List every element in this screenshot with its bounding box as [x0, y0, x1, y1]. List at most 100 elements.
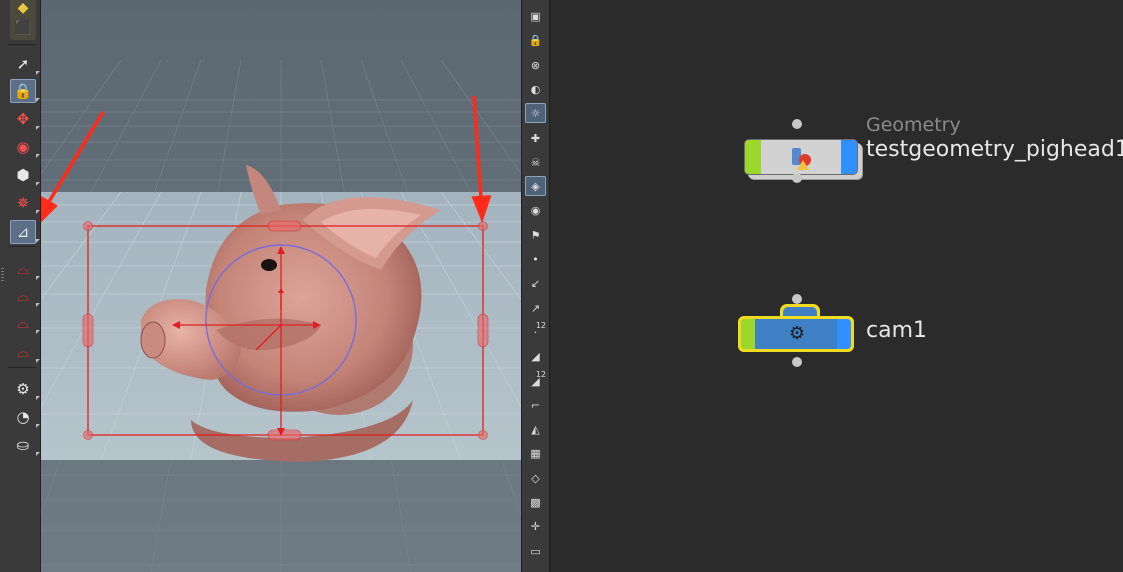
magnet-icon-glyph: ⌓	[17, 343, 29, 361]
checker-icon-glyph: ▦	[530, 446, 541, 460]
node-type-label: Geometry	[866, 114, 961, 136]
lock-icon-glyph: 🔒	[13, 82, 33, 100]
scale-icon[interactable]: ⬢	[10, 163, 40, 187]
display-options-icon[interactable]: ▣	[525, 6, 546, 26]
handle-icon[interactable]: ⊿	[10, 220, 40, 244]
display-flag[interactable]	[841, 140, 857, 174]
camera-icon-glyph: ⚑	[530, 228, 541, 242]
transform-icon-glyph: ✥	[16, 110, 30, 128]
geometry-node-body[interactable]	[744, 139, 858, 175]
shelf-tool-box-icon[interactable]: ⬛	[10, 16, 36, 40]
bbox-edge-handle	[82, 313, 94, 348]
point-number-icon-number: 12	[535, 321, 546, 330]
rotate-icon-glyph: ◉	[16, 138, 30, 156]
skull-icon-glyph: ☠	[530, 155, 541, 169]
node-name-label[interactable]: cam1	[866, 318, 927, 343]
shaded-icon-glyph: ◭	[531, 422, 540, 436]
uv-icon[interactable]: ▩	[525, 492, 546, 512]
toolbar-divider	[8, 367, 36, 368]
more-icon[interactable]: ▭	[525, 541, 546, 561]
lock-camera-icon-glyph: 🔒	[528, 33, 543, 47]
view-tool-icon[interactable]: ◔	[10, 405, 40, 429]
left-toolbar: ◆ ⬛ ➚ 🔒 ✥ ◉ ⬢ ✵ ⊿ ⌓ ⌓ ⌓ ⌓ ⚙ ◔ ⛀	[0, 0, 41, 572]
toolbar-grip[interactable]	[1, 268, 4, 282]
magnet-curve-icon[interactable]: ⌓	[10, 284, 40, 308]
display-flag[interactable]	[837, 319, 851, 349]
camera-tool-icon-glyph: ⚙	[16, 380, 30, 398]
point-icon-glyph: •	[532, 252, 539, 266]
axis-icon[interactable]: ✛	[525, 516, 546, 536]
disk-icon-glyph: ⛀	[16, 436, 30, 454]
select-icon[interactable]: ➚	[10, 52, 40, 76]
shaded-icon[interactable]: ◭	[525, 419, 546, 439]
bbox-corner-handle	[478, 430, 488, 440]
point-icon[interactable]: •	[525, 249, 546, 269]
node-output-connector[interactable]	[792, 173, 802, 183]
magnet-point-icon-glyph: ⌓	[17, 314, 29, 332]
camera-icon[interactable]: ⚑	[525, 225, 546, 245]
node-input-connector[interactable]	[792, 119, 802, 129]
more-icon-glyph: ▭	[530, 544, 541, 558]
point-number-icon[interactable]: · 12	[525, 321, 546, 342]
scene-viewport[interactable]	[41, 0, 521, 572]
profile-icon-glyph: ⌐	[530, 398, 541, 412]
checker-icon[interactable]: ▦	[525, 443, 546, 463]
node-name-label[interactable]: testgeometry_pighead1	[866, 137, 1123, 162]
node-output-connector[interactable]	[792, 357, 802, 367]
light-icon-glyph: ◐	[530, 82, 541, 96]
camera-tool-icon[interactable]: ⚙	[10, 377, 40, 401]
geometry-node-icon	[789, 144, 819, 170]
select-icon-glyph: ➚	[16, 55, 30, 73]
bypass-flag[interactable]	[741, 319, 755, 349]
normal-icon-glyph: ↙	[530, 276, 541, 290]
ghost-icon[interactable]: ◈	[525, 176, 546, 196]
cancel-icon[interactable]: ⊗	[525, 55, 546, 75]
wire-icon-glyph: ◇	[531, 471, 540, 485]
bbox-edge-handle	[477, 313, 489, 348]
uv-icon-glyph: ▩	[530, 495, 541, 509]
node-input-connector[interactable]	[792, 294, 802, 304]
magnet-edit-icon[interactable]: ⌓	[10, 257, 40, 281]
viewport-canvas	[41, 0, 521, 572]
disk-icon[interactable]: ⛀	[10, 433, 40, 457]
pose-icon[interactable]: ✵	[10, 191, 40, 215]
vector-icon-glyph: ↗	[530, 301, 541, 315]
rotate-icon[interactable]: ◉	[10, 135, 40, 159]
prim-number-icon-number: 12	[535, 370, 546, 379]
eye-icon[interactable]: ◉	[525, 200, 546, 220]
headlight-icon[interactable]: ☼	[525, 103, 546, 123]
magnet-point-icon[interactable]: ⌓	[10, 311, 40, 335]
prim-number-icon[interactable]: ◢ 12	[525, 370, 546, 391]
pose-icon-glyph: ✵	[16, 194, 30, 212]
network-editor[interactable]: Geometry testgeometry_pighead1 ⚙ cam1	[550, 0, 1123, 572]
axis-icon-glyph: ✛	[530, 519, 541, 533]
view-tool-icon-glyph: ◔	[16, 408, 30, 426]
bbox-edge-handle	[267, 220, 302, 232]
bypass-flag[interactable]	[745, 140, 761, 174]
profile-icon[interactable]: ⌐	[525, 395, 546, 415]
handle-icon-glyph: ⊿	[16, 223, 30, 241]
eye-icon-glyph: ◉	[530, 203, 541, 217]
prim-icon[interactable]: ◢	[525, 346, 546, 366]
vector-icon[interactable]: ↗	[525, 298, 546, 318]
magnet-edit-icon-glyph: ⌓	[17, 260, 29, 278]
skull-icon[interactable]: ☠	[525, 152, 546, 172]
light-icon[interactable]: ◐	[525, 79, 546, 99]
add-light-icon[interactable]: ✚	[525, 128, 546, 148]
transform-icon[interactable]: ✥	[10, 107, 40, 131]
cancel-icon-glyph: ⊗	[530, 58, 541, 72]
lock-camera-icon[interactable]: 🔒	[525, 30, 546, 50]
toolbar-divider	[8, 246, 36, 247]
add-light-icon-glyph: ✚	[530, 131, 541, 145]
viewport-display-shelf: ▣ 🔒 ⊗ ◐ ☼ ✚ ☠ ◈ ◉ ⚑ • ↙ ↗ · 12 ◢ ◢ 12 ⌐ ◭ ▦ ◇ ▩ ✛ ▭	[521, 0, 550, 572]
camera-node-icon: ⚙	[788, 323, 806, 344]
toolbar-divider	[8, 44, 36, 45]
wire-icon[interactable]: ◇	[525, 468, 546, 488]
camera-node-body[interactable]: ⚙	[738, 316, 854, 352]
lock-icon[interactable]: 🔒	[10, 79, 40, 103]
bbox-corner-handle	[83, 221, 93, 231]
bbox-edge-handle	[267, 429, 302, 441]
scale-icon-glyph: ⬢	[16, 166, 30, 184]
magnet-icon[interactable]: ⌓	[10, 340, 40, 364]
normal-icon[interactable]: ↙	[525, 273, 546, 293]
